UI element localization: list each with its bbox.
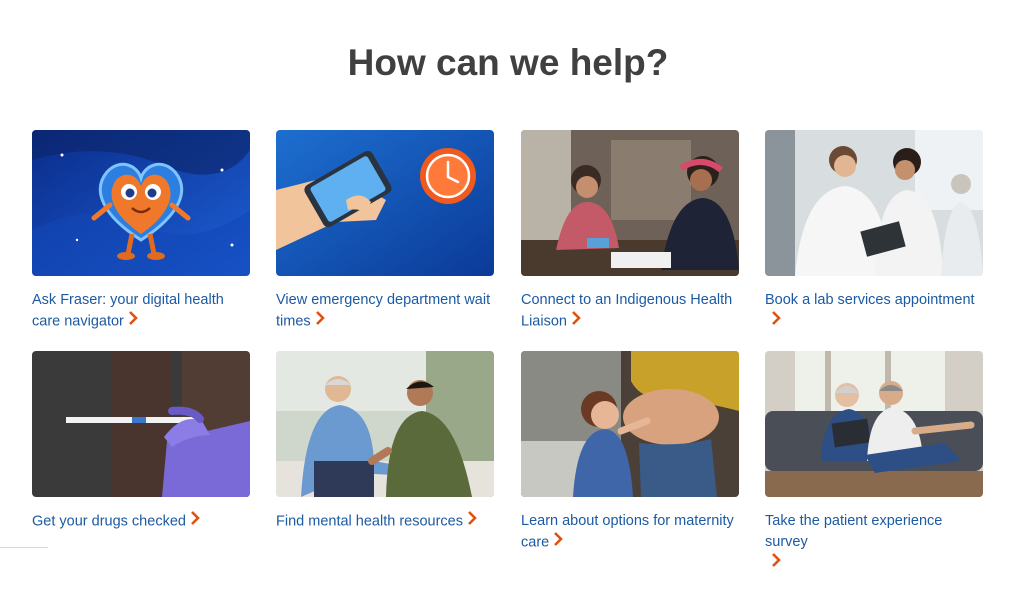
chevron-right-icon[interactable] — [315, 311, 325, 332]
test-strip-image[interactable] — [32, 351, 250, 497]
chevron-right-icon[interactable] — [467, 511, 477, 532]
card-label[interactable]: View emergency department wait times — [276, 292, 490, 329]
card-label[interactable]: Take the patient experience survey — [765, 513, 942, 550]
card-lab-appointment[interactable]: Book a lab services appointment — [765, 130, 985, 332]
chevron-right-icon[interactable] — [190, 511, 200, 532]
card-mental-health[interactable]: Find mental health resources — [276, 351, 496, 532]
card-maternity-care[interactable]: Learn about options for maternity care — [521, 351, 741, 553]
card-label[interactable]: Connect to an Indigenous Health Liaison — [521, 292, 732, 329]
counseling-image[interactable] — [276, 351, 494, 497]
divider — [0, 547, 48, 548]
card-er-wait-times[interactable]: View emergency department wait times — [276, 130, 496, 332]
card-label[interactable]: Book a lab services appointment — [765, 292, 975, 308]
card-ask-fraser[interactable]: Ask Fraser: your digital health care nav… — [32, 130, 252, 332]
card-label[interactable]: Find mental health resources — [276, 513, 463, 529]
chevron-right-icon[interactable] — [553, 532, 564, 553]
card-drug-checking[interactable]: Get your drugs checked — [32, 351, 252, 532]
chevron-right-icon[interactable] — [771, 311, 781, 332]
couple-tablet-image[interactable] — [765, 351, 983, 497]
heart-mascot-image[interactable] — [32, 130, 250, 276]
card-patient-survey[interactable]: Take the patient experience survey — [765, 351, 985, 574]
phone-clock-image[interactable] — [276, 130, 494, 276]
chevron-right-icon[interactable] — [128, 311, 138, 332]
chevron-right-icon[interactable] — [771, 553, 781, 574]
page-title: How can we help? — [347, 42, 669, 83]
card-label[interactable]: Get your drugs checked — [32, 513, 186, 529]
liaison-meeting-image[interactable] — [521, 130, 739, 276]
chevron-right-icon[interactable] — [571, 311, 581, 332]
card-indigenous-liaison[interactable]: Connect to an Indigenous Health Liaison — [521, 130, 741, 332]
maternity-image[interactable] — [521, 351, 739, 497]
lab-staff-image[interactable] — [765, 130, 983, 276]
